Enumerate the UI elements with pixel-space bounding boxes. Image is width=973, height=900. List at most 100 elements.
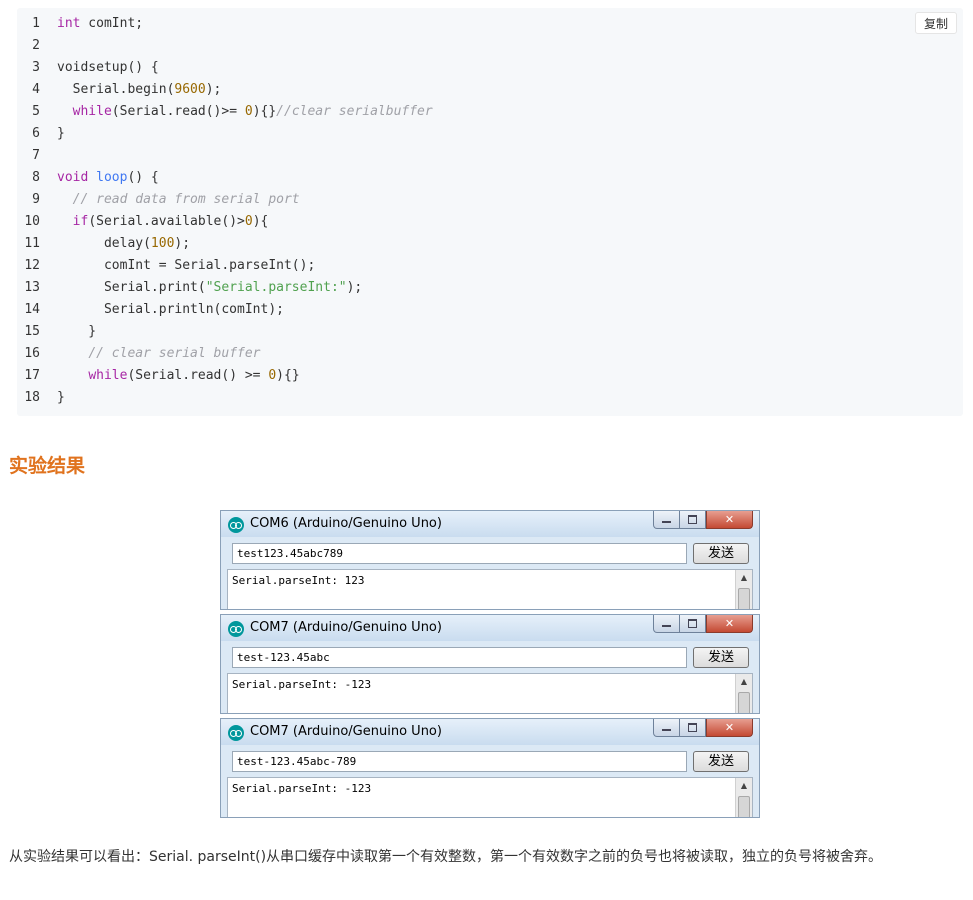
code-token: ){}	[252, 104, 277, 119]
line-code: voidsetup() {	[57, 57, 159, 79]
send-button[interactable]: 发送	[693, 543, 749, 564]
window-titlebar[interactable]: COM7 (Arduino/Genuino Uno)	[221, 719, 759, 745]
minimize-button[interactable]	[653, 615, 680, 633]
line-code: // clear serial buffer	[57, 343, 261, 365]
serial-output: Serial.parseInt: -123 ▲	[227, 673, 753, 713]
code-token: }	[57, 324, 97, 339]
line-number: 8	[32, 170, 40, 185]
line-code: int comInt;	[57, 13, 143, 35]
vertical-scrollbar[interactable]: ▲	[735, 570, 752, 609]
serial-input[interactable]: test123.45abc789	[232, 543, 687, 564]
line-number: 18	[24, 390, 40, 405]
code-token: ){	[252, 214, 269, 229]
code-token: "Serial.parseInt:"	[205, 280, 347, 295]
line-number: 1	[32, 16, 40, 31]
send-button[interactable]: 发送	[693, 751, 749, 772]
scroll-up-arrow-icon[interactable]: ▲	[736, 778, 752, 794]
line-number: 5	[32, 104, 40, 119]
window-title: COM6 (Arduino/Genuino Uno)	[250, 516, 442, 531]
line-number: 3	[32, 60, 40, 75]
line-number: 16	[24, 346, 40, 361]
code-token: 0	[244, 214, 253, 229]
maximize-button[interactable]	[679, 615, 706, 633]
conclusion-text: 从实验结果可以看出：Serial. parseInt()从串口缓存中读取第一个有…	[9, 849, 883, 865]
code-token: //clear serialbuffer	[276, 104, 433, 119]
scroll-up-arrow-icon[interactable]: ▲	[736, 674, 752, 690]
window-title: COM7 (Arduino/Genuino Uno)	[250, 724, 442, 739]
scroll-up-arrow-icon[interactable]: ▲	[736, 570, 752, 586]
send-button[interactable]: 发送	[693, 647, 749, 668]
minimize-button[interactable]	[653, 719, 680, 737]
minimize-button[interactable]	[653, 511, 680, 529]
window-titlebar[interactable]: COM6 (Arduino/Genuino Uno)	[221, 511, 759, 537]
code-token: (Serial.read()>=	[111, 104, 245, 119]
line-number: 4	[32, 82, 40, 97]
close-button[interactable]	[706, 511, 753, 529]
line-code: }	[57, 321, 96, 343]
line-number: 12	[24, 258, 40, 273]
code-token: (Serial.available()>	[88, 214, 245, 229]
line-code: Serial.print("Serial.parseInt:");	[57, 277, 362, 299]
arduino-logo-icon	[228, 621, 244, 637]
code-token: voidsetup() {	[57, 60, 159, 75]
arduino-logo-icon	[228, 725, 244, 741]
line-number: 7	[32, 148, 40, 163]
vertical-scrollbar[interactable]: ▲	[735, 778, 752, 817]
code-token: Serial.begin(	[57, 82, 175, 97]
serial-output-text: Serial.parseInt: 123	[232, 574, 365, 587]
serial-monitor-window-1: COM6 (Arduino/Genuino Uno) test123.45abc…	[220, 510, 760, 610]
code-token: }	[57, 126, 65, 141]
line-code: }	[57, 387, 65, 409]
code-token: );	[346, 280, 363, 295]
code-token: (Serial.read() >=	[127, 368, 269, 383]
serial-monitor-window-3: COM7 (Arduino/Genuino Uno) test-123.45ab…	[220, 718, 760, 818]
scroll-thumb[interactable]	[738, 692, 750, 713]
code-token: );	[205, 82, 222, 97]
line-number: 11	[24, 236, 40, 251]
scroll-thumb[interactable]	[738, 588, 750, 609]
serial-input[interactable]: test-123.45abc-789	[232, 751, 687, 772]
line-number: 13	[24, 280, 40, 295]
close-button[interactable]	[706, 719, 753, 737]
line-code: comInt = Serial.parseInt();	[57, 255, 315, 277]
line-code: }	[57, 123, 65, 145]
line-number: 6	[32, 126, 40, 141]
window-titlebar[interactable]: COM7 (Arduino/Genuino Uno)	[221, 615, 759, 641]
vertical-scrollbar[interactable]: ▲	[735, 674, 752, 713]
copy-button[interactable]: 复制	[914, 12, 957, 34]
line-number: 9	[32, 192, 40, 207]
close-button[interactable]	[706, 615, 753, 633]
line-code: if(Serial.available()>0){	[57, 211, 269, 233]
code-token: () {	[127, 170, 159, 185]
serial-output: Serial.parseInt: -123 ▲	[227, 777, 753, 817]
code-token: );	[174, 236, 191, 251]
line-number: 10	[24, 214, 40, 229]
code-token: Serial.print(	[57, 280, 206, 295]
line-code: Serial.begin(9600);	[57, 79, 222, 101]
line-number: 14	[24, 302, 40, 317]
code-token: 9600	[174, 82, 206, 97]
arduino-logo-icon	[228, 517, 244, 533]
code-token: // clear serial buffer	[88, 346, 261, 361]
line-number: 15	[24, 324, 40, 339]
line-code: void loop() {	[57, 167, 159, 189]
code-token: int	[57, 16, 81, 31]
code-token: Serial.println(comInt);	[57, 302, 284, 317]
code-token: ){}	[276, 368, 300, 383]
code-token: loop	[96, 170, 128, 185]
serial-output-text: Serial.parseInt: -123	[232, 782, 372, 795]
code-token: // read data from serial port	[72, 192, 300, 207]
code-token: while	[88, 368, 128, 383]
code-token: while	[72, 104, 112, 119]
scroll-thumb[interactable]	[738, 796, 750, 817]
maximize-button[interactable]	[679, 719, 706, 737]
line-code: while(Serial.read() >= 0){}	[57, 365, 300, 387]
line-number: 17	[24, 368, 40, 383]
maximize-button[interactable]	[679, 511, 706, 529]
serial-input[interactable]: test-123.45abc	[232, 647, 687, 668]
